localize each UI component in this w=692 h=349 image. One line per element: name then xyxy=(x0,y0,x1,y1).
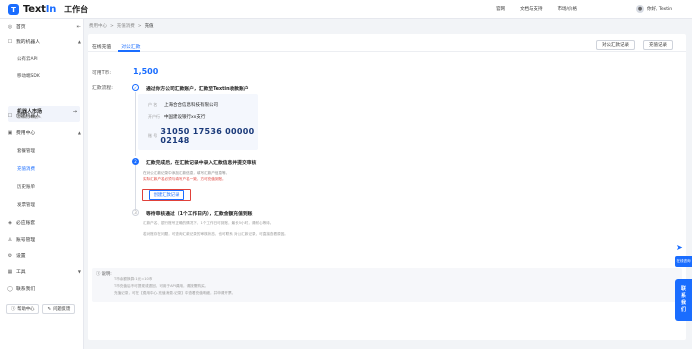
sidebar-item-mobile-sdk[interactable]: 移动端SDK xyxy=(17,73,40,79)
chat-icon: ◯ xyxy=(7,285,13,292)
tab-active-indicator xyxy=(118,50,140,52)
send-icon[interactable]: ➤ xyxy=(676,243,683,252)
tools-icon: ▦ xyxy=(7,268,13,275)
nav-official-site[interactable]: 官网 xyxy=(496,6,505,12)
help-center-button[interactable]: ⓘ 帮助中心 xyxy=(6,304,40,314)
breadcrumb: 费用中心 > 充值消费 > 充值 xyxy=(84,19,692,33)
account-number-row: 账 号 31050 17536 00000 02148 xyxy=(148,127,258,145)
help-line: 充值记录，可在【费用中心-充值消费-记录】中查看充值明细，并申请开票。 xyxy=(114,291,236,295)
accounts-icon: ♙ xyxy=(7,236,13,243)
create-record-button-frame: 创建汇款记录 xyxy=(142,189,191,201)
wallet-icon: ▣ xyxy=(7,129,13,136)
bill-icon: ◈ xyxy=(8,219,12,226)
user-avatar-icon: ● xyxy=(636,5,644,13)
help-title: ⓘ 说明: xyxy=(96,272,112,277)
info-icon: ⓘ xyxy=(96,272,101,277)
contact-us-button[interactable]: 联 系 我 们 xyxy=(675,279,692,321)
user-greeting: 你好, Textin xyxy=(647,7,673,12)
step-3-number: 3 xyxy=(132,209,139,216)
sidebar-item-create-robot[interactable]: ☐ 创建机器人 xyxy=(7,112,81,120)
top-bar: T TextIn 工作台 官网 文档与支持 市场/价格 ● 你好, Textin xyxy=(0,0,692,19)
sidebar-item-recharge[interactable]: 充值消费 xyxy=(17,166,35,172)
step-3-title: 等待审核通过（1个工作日内），汇款金额充值到账 xyxy=(146,212,253,217)
breadcrumb-separator-icon: > xyxy=(137,23,142,29)
step-1-title: 通过你方公司汇款账户，汇款至Textin收款账户 xyxy=(146,87,249,92)
online-chat-button[interactable]: 在线咨询 xyxy=(675,256,692,267)
account-number-value: 31050 17536 00000 02148 xyxy=(160,127,255,145)
tabs: 在线充值 对公汇款 xyxy=(92,43,140,50)
sidebar-item-tools[interactable]: ▦ 工具 ▼ xyxy=(7,268,81,276)
help-panel: ⓘ 说明: T币余额换算:1元=10币 T币充值后不可提现或退回，可用于API调… xyxy=(92,268,682,302)
tab-divider xyxy=(88,51,686,52)
home-icon: ◎ xyxy=(7,23,13,30)
sidebar-item-home[interactable]: ◎ 首页 ⇤ xyxy=(7,23,81,31)
balance-label: 可用T币: xyxy=(92,71,111,76)
step-2-warning: 实际汇款户名必须与填写户名一致，方可充值到账。 xyxy=(143,177,226,181)
help-icon: ⓘ xyxy=(11,307,16,312)
sidebar-item-settings[interactable]: ⚙ 设置 xyxy=(7,252,81,260)
chevron-up-icon: ▲ xyxy=(77,39,81,44)
step-1-check-icon: ✓ xyxy=(132,84,139,91)
create-record-button[interactable]: 创建汇款记录 xyxy=(148,190,185,200)
user-menu[interactable]: ● 你好, Textin xyxy=(636,5,672,13)
logo-icon: T xyxy=(8,4,19,15)
sidebar-item-history[interactable]: 历史账单 xyxy=(17,184,35,190)
step-line xyxy=(135,165,136,211)
sidebar-item-contact[interactable]: ◯ 联系我们 xyxy=(7,285,81,293)
nav-docs[interactable]: 文档与支持 xyxy=(520,6,543,12)
flow-label: 汇款流程: xyxy=(92,86,113,91)
logo-text: TextIn xyxy=(23,4,57,15)
nav-market[interactable]: 市场/价格 xyxy=(558,6,578,12)
bank-account-card: 户 名上海合合信息科技有限公司 开户行 中国建设银行xx支行 账 号 31050 1… xyxy=(138,94,258,150)
account-bank-value: 中国建设银行xx支行 xyxy=(164,115,206,120)
edit-icon: ✎ xyxy=(47,306,52,312)
gear-icon: ⚙ xyxy=(7,252,13,259)
transfer-records-button[interactable]: 对公汇款记录 xyxy=(596,40,635,50)
collapse-icon[interactable]: ⇤ xyxy=(77,24,81,30)
step-3-note: 汇款户名、银行账号正确的情况下，1个工作日可到账，最长5小时，请耐心等待。 xyxy=(143,221,274,225)
step-3-note-2: 若对账存在问题，可查询汇款记录的审核状态，也可联系 对公汇款记录，可直接查看原因… xyxy=(143,232,288,236)
sidebar-item-fees[interactable]: ▣ 费用中心 ▲ xyxy=(7,129,81,137)
step-2-note: 在对公汇款记录中添加汇款信息，填写汇款户信息等。 xyxy=(143,171,230,175)
robot-icon: ☐ xyxy=(7,38,13,45)
balance-value: 1,500 xyxy=(133,67,159,76)
breadcrumb-fees[interactable]: 费用中心 xyxy=(89,23,107,29)
tab-online-recharge[interactable]: 在线充值 xyxy=(92,43,111,50)
add-robot-icon: ☐ xyxy=(7,112,13,119)
chevron-down-icon: ▼ xyxy=(77,269,81,274)
sidebar: ◎ 首页 ⇤ ☐ 我的机器人 ▲ 公有云API 移动端SDK 机器人市场 发现更多机器人… xyxy=(0,19,84,349)
step-2-number: 2 xyxy=(132,158,139,165)
breadcrumb-separator-icon: > xyxy=(110,23,114,29)
sidebar-item-robots[interactable]: ☐ 我的机器人 ▲ xyxy=(7,38,81,46)
recharge-records-button[interactable]: 充值记录 xyxy=(643,40,673,50)
account-name-row: 户 名上海合合信息科技有限公司 xyxy=(148,102,218,108)
sidebar-item-bill[interactable]: ◈ 必应账套 xyxy=(7,219,81,227)
logo[interactable]: T TextIn 工作台 xyxy=(8,4,88,15)
step-line xyxy=(135,92,136,156)
breadcrumb-recharge[interactable]: 充值消费 xyxy=(117,23,135,29)
breadcrumb-current: 充值 xyxy=(144,24,154,29)
sidebar-item-packages[interactable]: 套餐管理 xyxy=(17,148,35,154)
step-2-title: 汇款完成后，在汇款记录中录入汇款信息并提交审核 xyxy=(146,161,257,166)
sidebar-buttons: ⓘ 帮助中心 ✎ 问题反馈 xyxy=(6,304,76,314)
top-nav: 官网 文档与支持 市场/价格 xyxy=(496,6,577,12)
account-name-value: 上海合合信息科技有限公司 xyxy=(164,103,218,108)
sidebar-item-cloud-api[interactable]: 公有云API xyxy=(17,56,38,62)
help-line: T币充值后不可提现或退回，可用于API调用，请按需购买。 xyxy=(114,284,209,288)
workspace-title: 工作台 xyxy=(64,5,89,14)
tab-corporate-transfer[interactable]: 对公汇款 xyxy=(121,43,140,50)
chevron-up-icon: ▲ xyxy=(77,130,81,135)
main-card: 在线充值 对公汇款 对公汇款记录 充值记录 可用T币: 1,500 汇款流程: … xyxy=(88,34,686,340)
account-bank-row: 开户行 中国建设银行xx支行 xyxy=(148,114,206,120)
sidebar-item-accounts[interactable]: ♙ 账号管理 xyxy=(7,236,81,244)
sidebar-item-invoices[interactable]: 发票管理 xyxy=(17,202,35,208)
help-line: T币余额换算:1元=10币 xyxy=(114,277,153,281)
feedback-button[interactable]: ✎ 问题反馈 xyxy=(42,304,76,314)
